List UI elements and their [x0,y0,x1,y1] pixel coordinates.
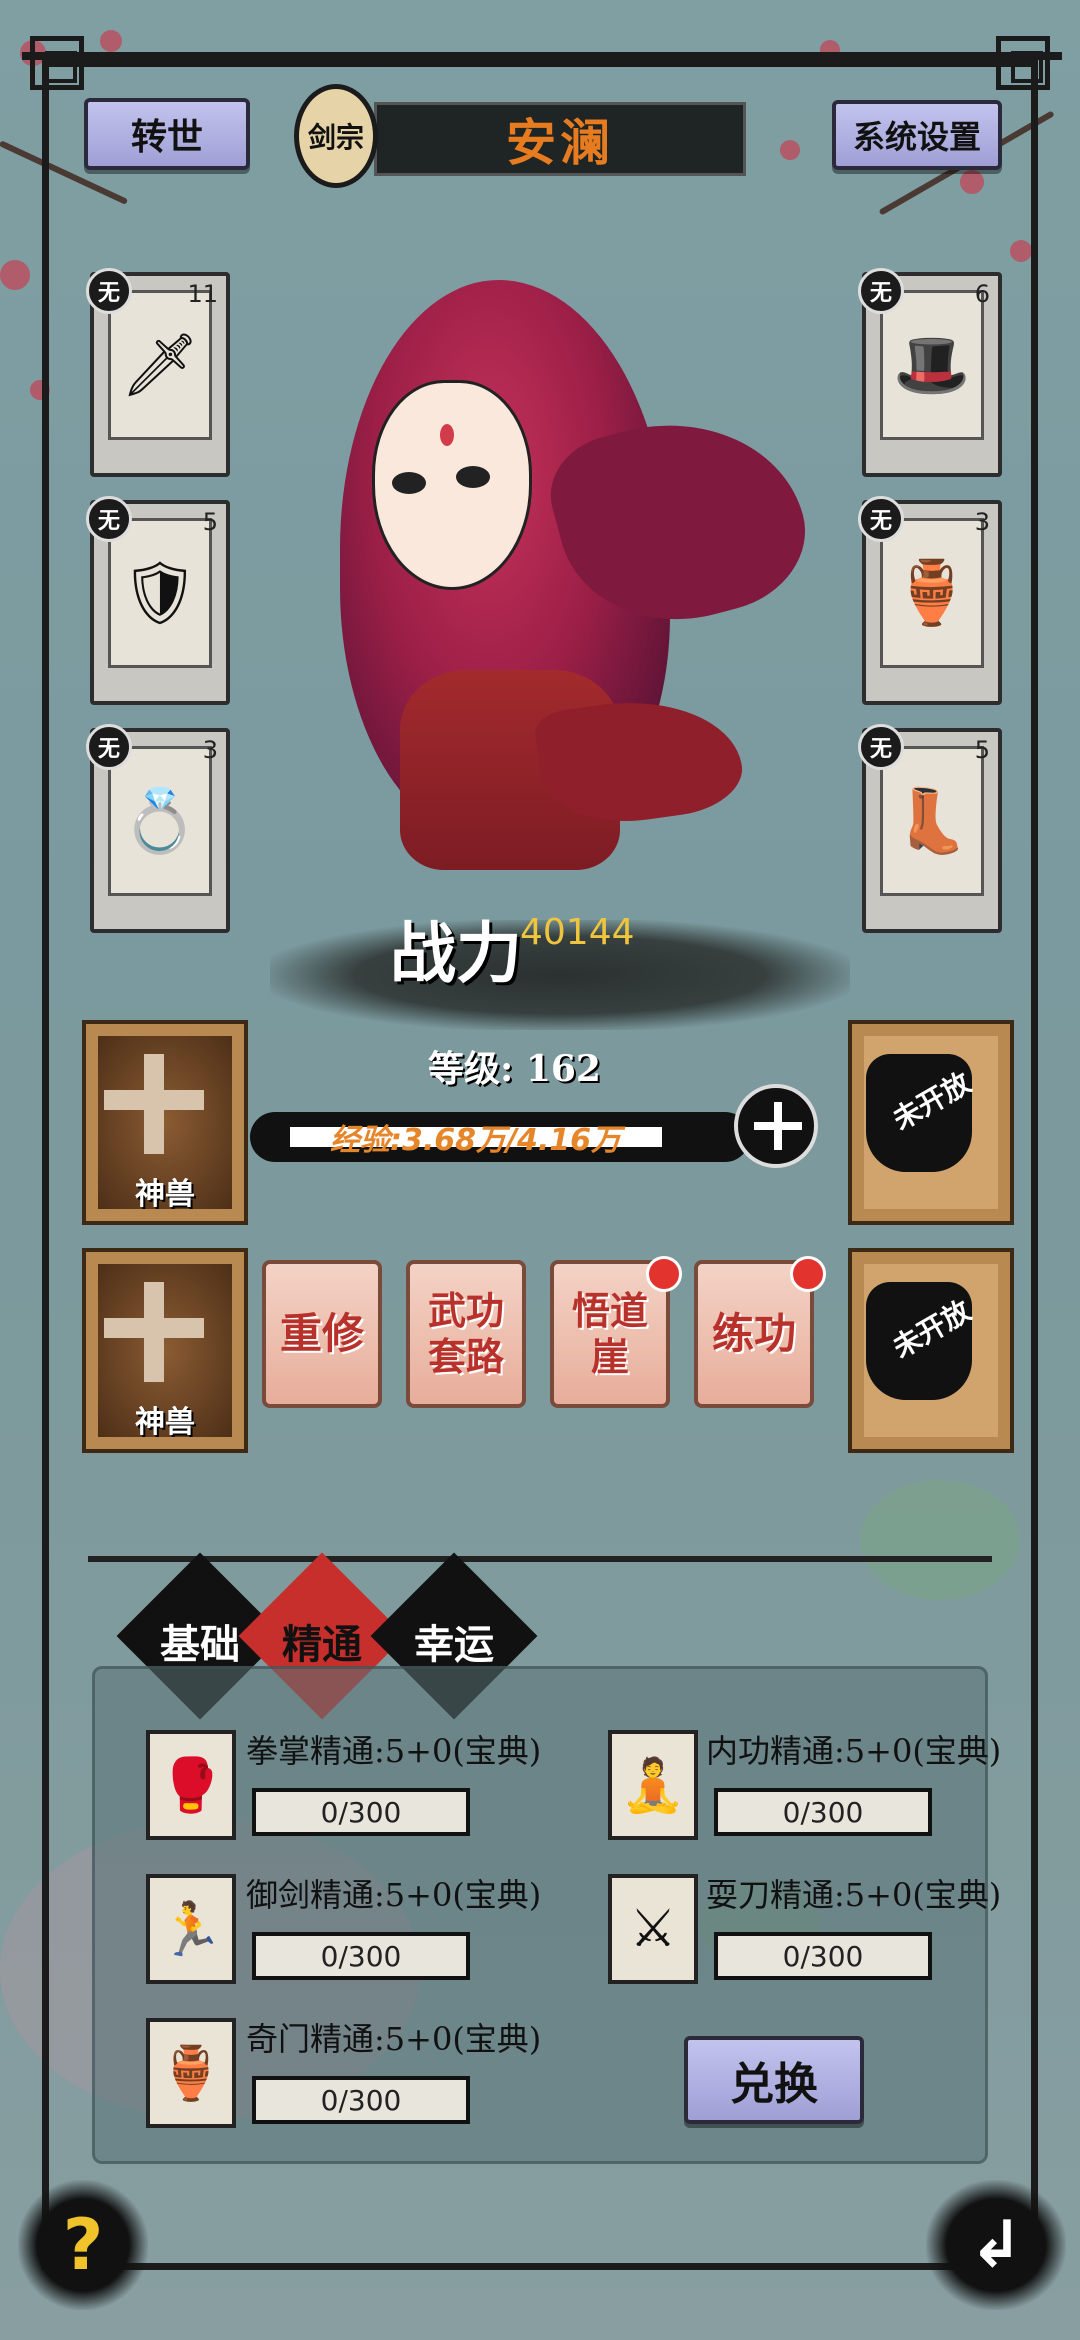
divine-beast-slot[interactable]: 神兽 [82,1020,248,1225]
notification-dot [790,1256,826,1292]
equip-slot-weapon[interactable]: 🗡 无 11 [86,268,230,477]
locked-slot[interactable]: 未开放 [848,1020,1014,1225]
slot-badge: 无 [86,496,132,542]
equip-slot-armor[interactable]: 🛡 无 5 [86,496,230,705]
help-button[interactable]: ? [18,2180,148,2310]
slot-level: 3 [202,736,218,764]
skill-progress: 0/300 [714,1932,932,1980]
character-name: 安澜 [374,102,746,176]
character-forehead-mark [440,424,454,446]
equip-slot-gourd[interactable]: 🏺 无 3 [858,496,1002,705]
character-eye [392,472,426,494]
skill-progress: 0/300 [252,1932,470,1980]
frame-corner [996,36,1050,90]
plus-icon [104,1282,204,1382]
skill-progress: 0/300 [252,1788,470,1836]
blossom [0,260,30,290]
slot-level: 11 [187,280,218,308]
equip-slot-hat[interactable]: 🎩 无 6 [858,268,1002,477]
skill-name: 耍刀精通:5+0(宝典) [706,1876,1002,1914]
skill-name: 拳掌精通:5+0(宝典) [246,1732,542,1770]
blossom [100,30,122,52]
skill-name: 御剑精通:5+0(宝典) [246,1876,542,1914]
boots-icon: 👢 [880,746,984,896]
section-divider [88,1556,992,1562]
beast-label: 神兽 [135,1177,195,1212]
runner-icon: 🏃 [146,1874,236,1984]
exchange-button[interactable]: 兑换 [684,2036,864,2124]
add-experience-button[interactable] [734,1084,818,1168]
power-label: 战力 [390,914,522,992]
divine-beast-slot[interactable]: 神兽 [82,1248,248,1453]
armor-icon: 🛡 [108,518,212,668]
skill-progress: 0/300 [252,2076,470,2124]
slot-level: 6 [974,280,990,308]
sect-badge: 剑宗 [294,84,378,188]
skill-name: 内功精通:5+0(宝典) [706,1732,1002,1770]
locked-slot[interactable]: 未开放 [848,1248,1014,1453]
crossed-blades-icon: ⚔ [608,1874,698,1984]
slot-level: 5 [202,508,218,536]
retrain-button[interactable]: 重修 [262,1260,382,1408]
power-value: 40144 [520,912,635,953]
system-settings-button[interactable]: 系统设置 [832,100,1002,170]
skill-name: 奇门精通:5+0(宝典) [246,2020,542,2058]
slot-badge: 无 [858,268,904,314]
tab-label: 幸运 [414,1621,494,1668]
frame-corner [30,36,84,90]
slot-badge: 无 [86,268,132,314]
boxer-icon: 🥊 [146,1730,236,1840]
slot-badge: 无 [858,496,904,542]
gourd-icon: 🏺 [880,518,984,668]
slot-level: 3 [974,508,990,536]
frame-top-edge [22,52,1062,60]
beast-label: 神兽 [135,1405,195,1440]
rebirth-button[interactable]: 转世 [84,98,250,170]
notification-dot [646,1256,682,1292]
slot-level: 5 [974,736,990,764]
plus-icon [104,1054,204,1154]
slot-badge: 无 [86,724,132,770]
equip-slot-boots[interactable]: 👢 无 5 [858,724,1002,933]
level-text: 等级: 162 [428,1048,601,1090]
meditation-icon: 🧘 [608,1730,698,1840]
martial-routine-button[interactable]: 武功套路 [406,1260,526,1408]
gourd-weapon-icon: 🏺 [146,2018,236,2128]
skill-progress: 0/300 [714,1788,932,1836]
back-button[interactable]: ↲ [926,2180,1066,2310]
character-eye [456,466,490,488]
equip-slot-ring[interactable]: 💍 无 3 [86,724,230,933]
experience-text: 经验:3.68万/4.16万 [330,1123,621,1158]
ring-icon: 💍 [108,746,212,896]
hat-icon: 🎩 [880,290,984,440]
slot-badge: 无 [858,724,904,770]
sword-icon: 🗡 [108,290,212,440]
